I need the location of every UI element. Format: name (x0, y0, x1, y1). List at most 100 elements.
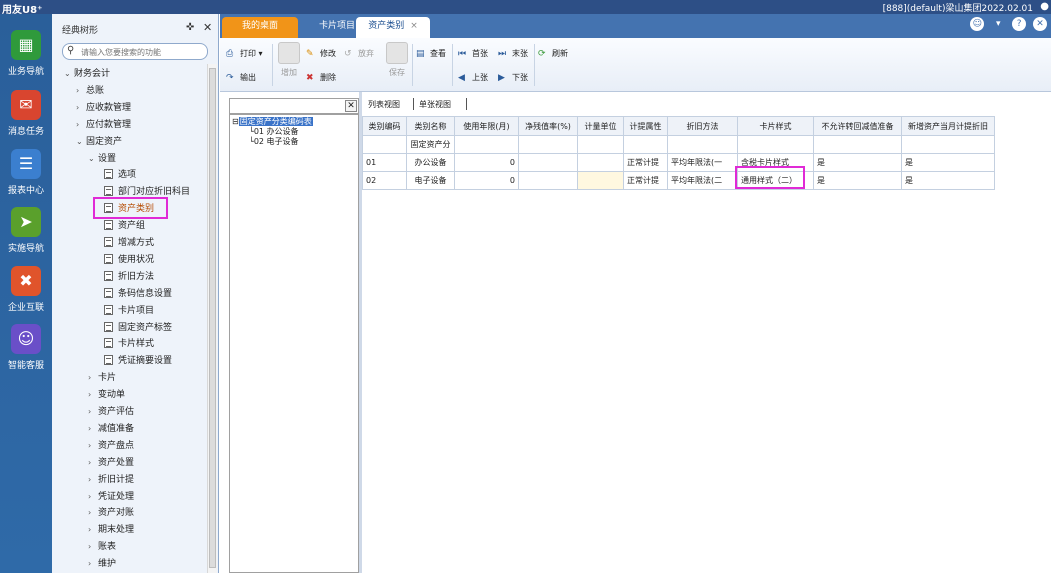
table-cell[interactable]: 平均年限法(一 (667, 153, 738, 172)
refresh-button[interactable]: ⟳ 刷新 (538, 48, 568, 59)
table-cell[interactable]: 是 (901, 153, 995, 172)
tree-node[interactable]: 折旧方法 (104, 269, 154, 282)
chevron-right-icon[interactable]: › (88, 390, 98, 399)
chevron-down-icon[interactable]: ⌄ (88, 154, 98, 163)
column-header[interactable]: 新增资产当月计提折旧 (901, 116, 995, 136)
table-cell[interactable]: 0 (454, 153, 519, 172)
table-cell[interactable] (623, 135, 668, 154)
table-row[interactable]: 固定资产分 (362, 135, 995, 154)
pin-icon[interactable]: ✜ (186, 22, 194, 33)
table-cell[interactable]: 01 (362, 153, 407, 172)
output-button[interactable]: ↷ 输出 (226, 72, 256, 83)
chevron-right-icon[interactable]: › (88, 475, 98, 484)
close-icon[interactable]: ✕ (203, 21, 212, 34)
tree-node[interactable]: 条码信息设置 (104, 286, 172, 299)
table-cell[interactable] (901, 135, 995, 154)
table-cell[interactable]: 0 (454, 171, 519, 190)
table-cell[interactable]: 是 (901, 171, 995, 190)
table-cell[interactable] (454, 135, 519, 154)
abandon-button[interactable]: ↺ 放弃 (344, 48, 374, 59)
tree-node[interactable]: › 凭证处理 (88, 489, 134, 502)
column-header[interactable]: 计提属性 (623, 116, 668, 136)
rail-item-report-center[interactable]: ☰ 报表中心 (0, 149, 52, 196)
tree-node[interactable]: ⌄ 设置 (88, 151, 116, 164)
tree-node[interactable]: › 资产对账 (88, 505, 134, 518)
save-button[interactable]: 保存 (386, 42, 408, 78)
tab-close-icon[interactable]: × (410, 21, 418, 31)
close-all-icon[interactable]: ✕ (1033, 17, 1047, 31)
table-cell[interactable]: 电子设备 (406, 171, 455, 190)
table-cell[interactable] (518, 153, 578, 172)
table-cell[interactable] (362, 135, 407, 154)
print-button[interactable]: ⎙ 打印 ▾ (226, 48, 263, 59)
column-header[interactable]: 折旧方法 (667, 116, 738, 136)
tree-node[interactable]: 增减方式 (104, 235, 154, 248)
table-row[interactable]: 01 办公设备 0 正常计提 平均年限法(一 含税卡片样式 是 是 (362, 153, 995, 172)
tree-node[interactable]: › 应收款管理 (76, 100, 131, 113)
tree-node[interactable]: › 账表 (88, 539, 116, 552)
chevron-right-icon[interactable]: › (76, 86, 86, 95)
column-header[interactable]: 类别名称 (406, 116, 455, 136)
tree-node[interactable]: ⌄ 固定资产 (76, 134, 122, 147)
smiley-icon[interactable]: ☺ (970, 17, 985, 31)
add-button[interactable]: 增加 (278, 42, 300, 78)
chevron-right-icon[interactable]: › (88, 373, 98, 382)
modify-button[interactable]: ✎ 修改 (306, 48, 336, 59)
clear-icon[interactable]: ✕ (345, 100, 357, 112)
chevron-right-icon[interactable]: › (88, 458, 98, 467)
column-header[interactable]: 不允许转回减值准备 (813, 116, 902, 136)
tree-node[interactable]: › 折旧计提 (88, 472, 134, 485)
chevron-right-icon[interactable]: › (76, 103, 86, 112)
search-input[interactable] (81, 46, 201, 58)
chevron-right-icon[interactable]: › (76, 120, 86, 129)
tree-node[interactable]: › 资产评估 (88, 404, 134, 417)
tree-node[interactable]: › 资产处置 (88, 455, 134, 468)
table-cell[interactable]: 正常计提 (623, 153, 668, 172)
table-cell[interactable]: 办公设备 (406, 153, 455, 172)
chevron-right-icon[interactable]: › (88, 559, 98, 568)
table-cell[interactable]: 02 (362, 171, 407, 190)
tree-node[interactable]: › 维护 (88, 556, 116, 569)
tree-node[interactable]: 资产组 (104, 218, 145, 231)
table-cell[interactable]: 正常计提 (623, 171, 668, 190)
table-cell[interactable]: 是 (813, 171, 902, 190)
tree-node[interactable]: › 资产盘点 (88, 438, 134, 451)
column-header[interactable]: 计量单位 (577, 116, 624, 136)
tree-node[interactable]: › 减值准备 (88, 421, 134, 434)
table-cell[interactable] (813, 135, 902, 154)
last-button[interactable]: ⏭ 末张 (498, 48, 528, 59)
tree-node[interactable]: 卡片样式 (104, 336, 154, 349)
tree-node[interactable]: › 期末处理 (88, 522, 134, 535)
table-cell[interactable]: 是 (813, 153, 902, 172)
single-view-tab[interactable]: 单张视图 (419, 99, 451, 110)
column-header[interactable]: 使用年限(月) (454, 116, 519, 136)
column-header[interactable]: 卡片样式 (737, 116, 814, 136)
column-header[interactable]: 净残值率(%) (518, 116, 578, 136)
scrollbar-thumb[interactable] (209, 68, 216, 568)
table-row[interactable]: 02 电子设备 0 正常计提 平均年限法(二 通用样式（二） 是 是 (362, 171, 995, 190)
category-filter-input[interactable]: ✕ (229, 98, 359, 114)
table-cell[interactable] (577, 171, 624, 190)
help-icon[interactable]: ? (1012, 17, 1027, 31)
view-button[interactable]: ▤ 查看 (416, 48, 446, 59)
function-search[interactable]: ⚲ (62, 43, 208, 60)
list-view-tab[interactable]: 列表视图 (368, 99, 400, 110)
chevron-right-icon[interactable]: › (88, 407, 98, 416)
tab-my-desktop[interactable]: 我的桌面 (222, 17, 298, 38)
chevron-right-icon[interactable]: › (88, 525, 98, 534)
tree-node[interactable]: ⌄ 财务会计 (64, 66, 110, 79)
next-button[interactable]: ▶ 下张 (498, 72, 528, 83)
chevron-right-icon[interactable]: › (88, 441, 98, 450)
first-button[interactable]: ⏮ 首张 (458, 48, 488, 59)
tree-scrollbar[interactable] (207, 64, 217, 573)
category-tree-node[interactable]: └02 电子设备 (249, 136, 299, 147)
tree-node[interactable]: › 应付款管理 (76, 117, 131, 130)
chevron-down-icon[interactable]: ⌄ (64, 69, 74, 78)
tree-node[interactable]: 部门对应折旧科目 (104, 184, 190, 197)
tree-node[interactable]: › 变动单 (88, 387, 125, 400)
table-cell[interactable] (518, 171, 578, 190)
tree-node[interactable]: 凭证摘要设置 (104, 353, 172, 366)
chevron-right-icon[interactable]: › (88, 424, 98, 433)
chevron-down-icon[interactable]: ⌄ (76, 137, 86, 146)
chevron-right-icon[interactable]: › (88, 542, 98, 551)
